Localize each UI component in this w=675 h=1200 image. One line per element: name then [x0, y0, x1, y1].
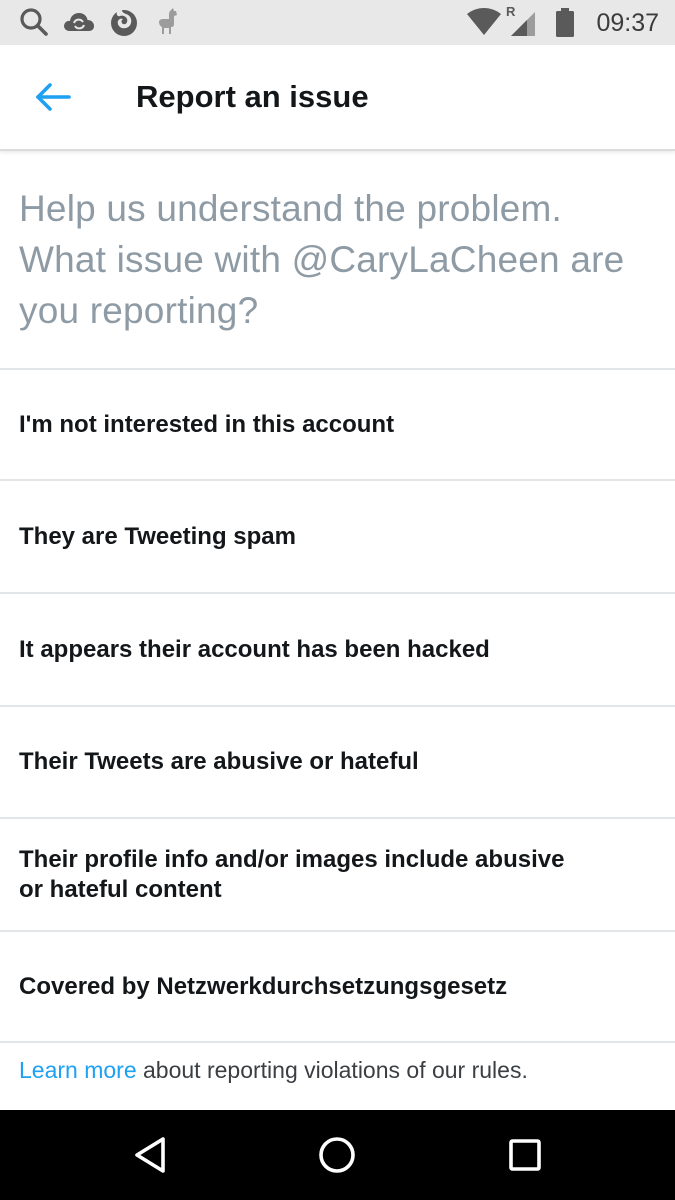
status-bar: R 09:37	[0, 0, 675, 45]
option-abusive-profile[interactable]: Their profile info and/or images include…	[0, 817, 675, 930]
option-label: Covered by Netzwerkdurchsetzungsgesetz	[19, 972, 508, 1000]
report-prompt: Help us understand the problem. What iss…	[19, 188, 625, 331]
arrow-left-icon[interactable]	[26, 71, 78, 123]
learn-more-link[interactable]: Learn more	[19, 1057, 137, 1083]
option-hacked[interactable]: It appears their account has been hacked	[0, 592, 675, 705]
option-label: It appears their account has been hacked	[19, 635, 490, 663]
page-title: Report an issue	[136, 79, 369, 114]
app-bar: Report an issue	[0, 45, 675, 151]
status-time: 09:37	[596, 9, 659, 37]
option-abusive-tweets[interactable]: Their Tweets are abusive or hateful	[0, 705, 675, 817]
option-netzdg[interactable]: Covered by Netzwerkdurchsetzungsgesetz	[0, 930, 675, 1041]
option-label: Their profile info and/or images include…	[19, 845, 565, 903]
home-circle-icon[interactable]	[312, 1130, 362, 1180]
divider	[0, 1041, 675, 1043]
option-spam[interactable]: They are Tweeting spam	[0, 479, 675, 592]
recents-square-icon[interactable]	[500, 1130, 550, 1180]
battery-icon	[556, 8, 574, 37]
footer-rest-text: about reporting violations of our rules.	[136, 1057, 528, 1083]
footer-note: Learn more about reporting violations of…	[19, 1052, 528, 1088]
firefox-icon	[111, 8, 137, 36]
cloud-sync-icon	[64, 13, 95, 31]
option-label: I'm not interested in this account	[19, 410, 395, 438]
search-icon	[20, 8, 48, 36]
wifi-icon	[467, 8, 501, 35]
roaming-indicator: R	[506, 4, 516, 19]
option-label: They are Tweeting spam	[19, 522, 296, 550]
back-triangle-icon[interactable]	[125, 1130, 175, 1180]
report-options-list: I'm not interested in this account They …	[0, 368, 675, 1041]
option-label: Their Tweets are abusive or hateful	[19, 748, 419, 775]
option-not-interested[interactable]: I'm not interested in this account	[0, 368, 675, 479]
system-nav-bar	[0, 1110, 675, 1200]
llama-icon	[159, 8, 177, 34]
